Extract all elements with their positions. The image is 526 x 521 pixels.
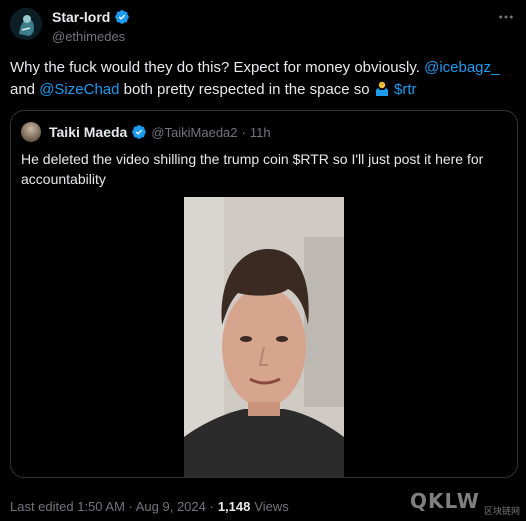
quoted-tweet[interactable]: Taiki Maeda @TaikiMaeda2 · 11h He delete… <box>10 110 518 478</box>
watermark-caption: 区块链网 <box>483 506 520 516</box>
author-handle[interactable]: @ethimedes <box>52 29 130 44</box>
author-name-row: Star-lord <box>52 8 130 26</box>
quote-timestamp[interactable]: 11h <box>250 125 271 140</box>
tweet-text-part: both pretty respected in the space so <box>119 81 374 98</box>
more-horizontal-icon[interactable] <box>496 8 516 26</box>
tweet-text: Why the fuck would they do this? Expect … <box>10 57 520 101</box>
tweet-text-part: and <box>10 81 40 98</box>
quote-author-name[interactable]: Taiki Maeda <box>49 124 127 140</box>
author-block: Star-lord @ethimedes <box>52 8 130 44</box>
tweet-text-part: Why the fuck would they do this? Expect … <box>10 59 425 76</box>
tweet-footer: Last edited 1:50 AM · Aug 9, 2024 · 1,14… <box>10 499 289 514</box>
verified-badge-icon[interactable] <box>114 9 130 25</box>
verified-badge-icon <box>131 124 147 140</box>
quote-text: He deleted the video shilling the trump … <box>21 151 484 187</box>
quote-author-handle[interactable]: @TaikiMaeda2 <box>151 125 237 140</box>
watermark-logo: QKLW 区块链网 <box>410 487 520 517</box>
author-avatar[interactable] <box>10 8 42 40</box>
separator-dot: · <box>241 124 246 140</box>
author-name[interactable]: Star-lord <box>52 9 110 25</box>
cashtag-link[interactable]: $rtr <box>394 81 417 98</box>
edited-timestamp[interactable]: Last edited 1:50 AM · Aug 9, 2024 · <box>10 499 214 514</box>
person-shrugging-icon <box>374 80 390 96</box>
video-thumbnail[interactable] <box>184 197 344 477</box>
quote-author-avatar[interactable] <box>21 122 41 142</box>
mention-link[interactable]: @icebagz_ <box>424 59 499 76</box>
mention-link[interactable]: @SizeChad <box>39 81 119 98</box>
watermark-logo-text: QKLW <box>410 489 480 513</box>
views-count: 1,148 <box>217 499 251 514</box>
tweet: Star-lord @ethimedes Why the fuck would … <box>0 0 526 521</box>
views-label: Views <box>254 499 289 514</box>
quote-header: Taiki Maeda @TaikiMaeda2 · 11h <box>21 122 271 142</box>
